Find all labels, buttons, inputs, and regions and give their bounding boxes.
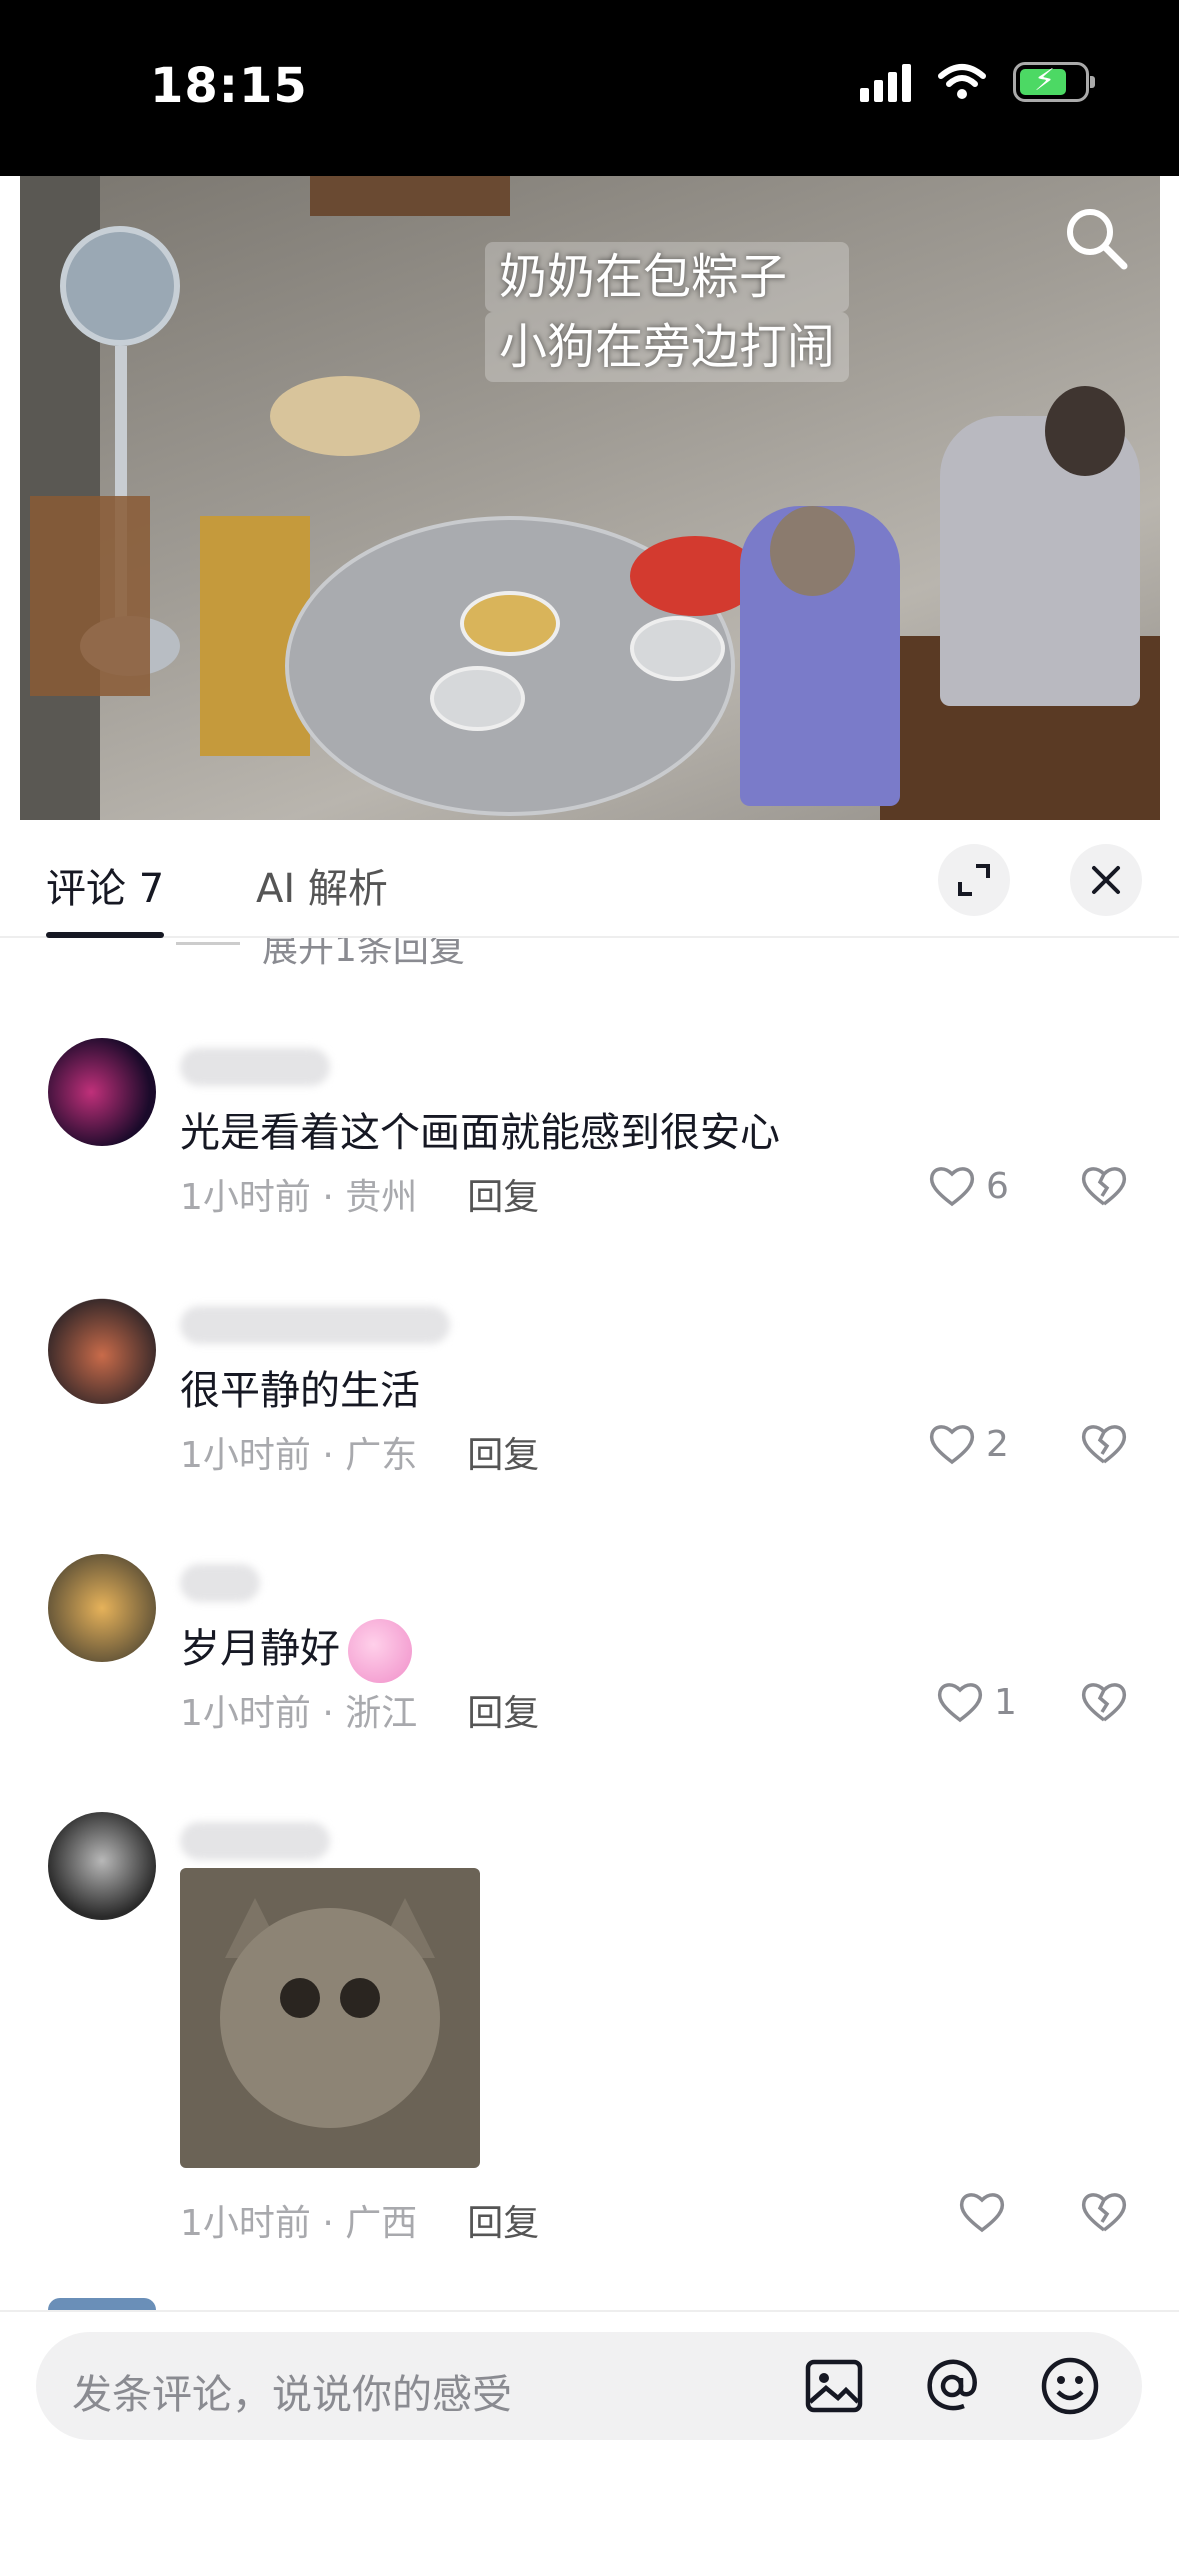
- tab-bar: 评论 7 AI 解析: [0, 820, 1179, 938]
- comment-text: 很平静的生活: [180, 1368, 420, 1414]
- comment-time-location: 1小时前 · 广东: [180, 1435, 418, 1476]
- search-icon[interactable]: [1062, 204, 1132, 274]
- reply-button[interactable]: 回复: [467, 1426, 539, 1478]
- like-button[interactable]: [958, 2190, 1006, 2234]
- status-bar: 18:15 ⚡: [0, 0, 1179, 176]
- broken-heart-icon[interactable]: [1080, 2190, 1128, 2234]
- tab-comments[interactable]: 评论 7: [46, 856, 164, 914]
- broken-heart-icon[interactable]: [1080, 1680, 1128, 1724]
- cellular-signal-icon: [860, 62, 911, 102]
- comment-time-location: 1小时前 · 贵州: [180, 1177, 418, 1218]
- comment-text-body: 岁月静好: [180, 1626, 340, 1672]
- reply-button[interactable]: 回复: [467, 2194, 539, 2246]
- comment-meta: 1小时前 · 广东 回复: [180, 1426, 539, 1478]
- dog-image: [270, 376, 420, 456]
- heart-icon: [959, 2193, 1005, 2233]
- close-icon: [1092, 866, 1120, 894]
- comment-sheet: 评论 7 AI 解析 展开1条回复 光是看着这个画面就能感到很安心 1小时前 ·…: [0, 820, 1179, 2556]
- reply-button[interactable]: 回复: [467, 1168, 539, 1220]
- like-button[interactable]: 2: [928, 1422, 1009, 1466]
- heart-icon: [937, 1683, 983, 1723]
- wifi-icon: [938, 64, 986, 99]
- status-time: 18:15: [150, 58, 308, 114]
- battery-icon: ⚡: [1013, 62, 1095, 102]
- comment-meta: 1小时前 · 广西 回复: [180, 2194, 539, 2246]
- username-blurred[interactable]: [180, 1306, 450, 1344]
- tab-underline: [46, 932, 164, 938]
- like-button[interactable]: 1: [936, 1680, 1017, 1724]
- emoji-icon[interactable]: [1038, 2354, 1102, 2418]
- username-blurred[interactable]: [180, 1564, 260, 1602]
- like-count: 6: [986, 1165, 1009, 1207]
- image-icon[interactable]: [802, 2354, 866, 2418]
- comment-image-cat[interactable]: [180, 1868, 480, 2168]
- comment-time-location: 1小时前 · 广西: [180, 2203, 418, 2244]
- avatar[interactable]: [48, 1554, 156, 1662]
- caption-line: 小狗在旁边打闹: [485, 312, 850, 382]
- caption-line: 奶奶在包粽子: [485, 242, 850, 312]
- heart-icon: [929, 1167, 975, 1207]
- status-icons: ⚡: [860, 62, 1095, 102]
- comment-time-location: 1小时前 · 浙江: [180, 1693, 418, 1734]
- avatar[interactable]: [48, 1038, 156, 1146]
- broken-heart-icon[interactable]: [1080, 1422, 1128, 1466]
- comment-input-bar: 发条评论，说说你的感受: [0, 2310, 1179, 2556]
- expand-button[interactable]: [938, 844, 1010, 916]
- at-mention-icon[interactable]: [920, 2354, 984, 2418]
- comment-text: 光是看着这个画面就能感到很安心: [180, 1110, 780, 1156]
- tab-ai-analysis[interactable]: AI 解析: [256, 856, 388, 914]
- expand-replies-label: 展开1条回复: [262, 938, 465, 970]
- expand-replies-link[interactable]: 展开1条回复: [176, 938, 465, 974]
- like-button[interactable]: 6: [928, 1164, 1009, 1208]
- comment-input-placeholder: 发条评论，说说你的感受: [72, 2372, 512, 2418]
- avatar[interactable]: [48, 1812, 156, 1920]
- close-button[interactable]: [1070, 844, 1142, 916]
- reply-button[interactable]: 回复: [467, 1684, 539, 1736]
- expand-icon: [958, 864, 990, 896]
- avatar[interactable]: [48, 2298, 156, 2310]
- sticker-emoji-icon: [348, 1619, 412, 1683]
- username-blurred[interactable]: [180, 1048, 330, 1086]
- fan-image: [60, 226, 180, 346]
- broken-heart-icon[interactable]: [1080, 1164, 1128, 1208]
- video-preview[interactable]: 奶奶在包粽子 小狗在旁边打闹: [20, 176, 1160, 820]
- heart-icon: [929, 1425, 975, 1465]
- video-caption: 奶奶在包粽子 小狗在旁边打闹: [485, 242, 850, 382]
- like-count: 1: [994, 1681, 1017, 1723]
- username-blurred[interactable]: [180, 1822, 330, 1860]
- avatar[interactable]: [48, 1296, 156, 1404]
- comment-meta: 1小时前 · 贵州 回复: [180, 1168, 539, 1220]
- comment-input[interactable]: 发条评论，说说你的感受: [36, 2332, 1142, 2440]
- like-count: 2: [986, 1423, 1009, 1465]
- comment-text: 岁月静好: [180, 1616, 412, 1683]
- comment-meta: 1小时前 · 浙江 回复: [180, 1684, 539, 1736]
